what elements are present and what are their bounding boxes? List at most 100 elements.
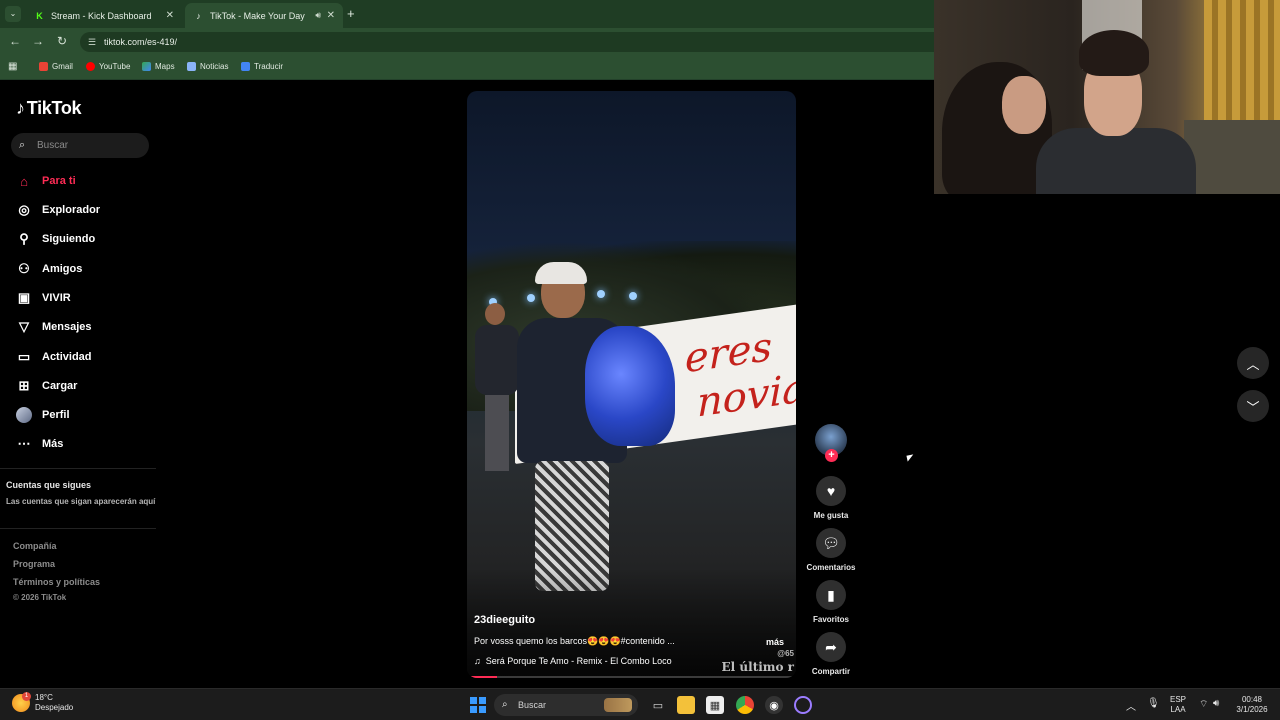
address-bar[interactable]: ☰ tiktok.com/es-419/ [80, 32, 934, 52]
nav-actividad[interactable]: ▭ Actividad [15, 348, 92, 366]
favorite-button[interactable]: ▮ Favoritos [801, 580, 861, 624]
forward-icon[interactable]: → [31, 34, 45, 48]
translate-icon [241, 62, 250, 71]
nav-label: Más [42, 438, 64, 450]
tab-kick-dashboard[interactable]: K Stream - Kick Dashboard ✕ [26, 3, 182, 28]
video-flower-bouquet [585, 326, 675, 446]
nav-mas[interactable]: ⋯ Más [15, 435, 64, 453]
video-watermark-handle: @65 [777, 649, 794, 658]
nav-mensajes[interactable]: ▽ Mensajes [15, 318, 92, 336]
webcam-overlay [934, 0, 1280, 194]
profile-avatar-wrap [15, 406, 33, 424]
close-tab-icon[interactable]: ✕ [166, 10, 174, 21]
previous-video-button[interactable]: ︿ [1237, 347, 1269, 379]
audio-playing-icon[interactable]: 🔊︎ [315, 10, 321, 21]
compass-icon: ◎ [18, 202, 30, 217]
messages-icon: ▽ [19, 319, 29, 334]
follow-plus-icon[interactable]: + [825, 449, 838, 462]
task-view-icon[interactable]: ▭ [649, 696, 667, 714]
sun-icon: 1 [12, 692, 31, 712]
bookmark-traducir[interactable]: Traducir [241, 62, 283, 71]
taskbar-search[interactable]: ⌕ Buscar [494, 694, 638, 716]
music-note-icon: ♫ [474, 656, 481, 666]
clock[interactable]: 00:48 3/1/2026 [1234, 695, 1270, 715]
bookmark-label: Noticias [200, 62, 229, 71]
bookmarks-bar: ▦ Gmail YouTube Maps Noticias Traducir [0, 55, 934, 80]
action-label: Compartir [811, 667, 851, 676]
profile-avatar [16, 407, 32, 423]
url-text: tiktok.com/es-419/ [104, 37, 178, 47]
taskbar-search-label: Buscar [518, 700, 547, 710]
close-tab-icon[interactable]: ✕ [327, 10, 335, 21]
store-icon[interactable]: ▦ [706, 696, 724, 714]
home-icon: ⌂ [20, 173, 28, 189]
nav-cargar[interactable]: ⊞ Cargar [15, 377, 78, 395]
video-music[interactable]: ♫ Será Porque Te Amo - Remix - El Combo L… [474, 656, 672, 666]
sidebar-divider [0, 468, 156, 469]
site-info-icon[interactable]: ☰ [88, 32, 96, 52]
tab-search-dropdown[interactable]: ⌄ [5, 6, 21, 22]
microphone-icon[interactable]: 🎙︎ [1147, 698, 1160, 709]
apps-grid-icon[interactable]: ▦ [8, 61, 17, 72]
nav-siguiendo[interactable]: ⚲ Siguiendo [15, 230, 95, 248]
file-explorer-icon[interactable] [677, 696, 695, 714]
nav-label: Perfil [42, 409, 70, 421]
tiktok-logo[interactable]: ♪ TikTok [16, 98, 82, 119]
kick-icon: K [36, 10, 43, 21]
footer-link-terminos[interactable]: Términos y políticas [13, 577, 100, 587]
windows-taskbar: 1 18°C Despejado ⌕ Buscar ▭ ▦ ◉ ︿ 🎙︎ ESP L… [0, 688, 1280, 720]
app-circle-icon[interactable] [794, 696, 812, 714]
footer-link-programa[interactable]: Programa [13, 559, 55, 569]
next-video-button[interactable]: ﹀ [1237, 390, 1269, 422]
nav-vivir[interactable]: ▣ VIVIR [15, 289, 71, 307]
nav-perfil[interactable]: Perfil [15, 406, 70, 424]
back-icon[interactable]: ← [8, 34, 22, 48]
friends-icon: ⚇ [18, 261, 30, 276]
nav-label: Siguiendo [42, 233, 96, 245]
chrome-icon[interactable] [736, 696, 754, 714]
video-username[interactable]: 23dieeguito [474, 614, 535, 626]
tray-chevron-icon[interactable]: ︿ [1126, 698, 1136, 713]
nav-explorador[interactable]: ◎ Explorador [15, 201, 100, 219]
video-progress-bar[interactable] [467, 676, 796, 678]
language-indicator[interactable]: ESP LAA [1170, 695, 1186, 715]
new-tab-button[interactable]: + [347, 6, 355, 21]
share-button[interactable]: ➦ Compartir [801, 632, 861, 676]
like-button[interactable]: ♥ Me gusta [801, 476, 861, 520]
share-icon: ➦ [816, 632, 846, 662]
bookmark-youtube[interactable]: YouTube [86, 62, 130, 71]
tab-title: TikTok - Make Your Day [210, 10, 305, 21]
nav-amigos[interactable]: ⚇ Amigos [15, 260, 82, 278]
footer-link-compania[interactable]: Compañía [13, 541, 57, 551]
webcam-person-right-body [1036, 128, 1196, 194]
weather-temperature: 18°C [35, 693, 53, 702]
tab-tiktok[interactable]: ♪ TikTok - Make Your Day 🔊︎ ✕ [185, 3, 343, 28]
tiktok-logo-icon: ♪ [16, 98, 25, 118]
obs-icon[interactable]: ◉ [765, 696, 783, 714]
activity-icon: ▭ [17, 349, 31, 364]
language-line1: ESP [1170, 695, 1187, 704]
wifi-icon[interactable]: ⌔ [1199, 698, 1208, 711]
action-label: Comentarios [806, 563, 856, 572]
video-more-button[interactable]: más [766, 637, 784, 647]
bookmark-gmail[interactable]: Gmail [39, 62, 73, 71]
comment-button[interactable]: 💬︎ Comentarios [801, 528, 861, 572]
windows-start-button[interactable] [470, 697, 486, 713]
video-progress-fill [467, 676, 497, 678]
video-player[interactable]: eres novia 23dieeguito Por vosss quemo l… [467, 91, 796, 678]
nav-para-ti[interactable]: ⌂ Para ti [15, 172, 76, 190]
nav-label: Cargar [42, 380, 78, 392]
chevron-up-icon: ︿ [1246, 356, 1260, 372]
clock-time: 00:48 [1241, 695, 1263, 704]
action-label: Favoritos [812, 615, 849, 624]
bookmark-noticias[interactable]: Noticias [187, 62, 228, 71]
mouse-cursor-icon [906, 454, 915, 462]
weather-widget[interactable]: 1 18°C Despejado [12, 692, 73, 713]
gmail-icon [39, 62, 48, 71]
search-input[interactable]: ⌕ Buscar [11, 133, 149, 158]
video-watermark: El último r [721, 660, 794, 674]
volume-icon[interactable]: 🔊︎ [1213, 698, 1219, 709]
reload-icon[interactable]: ↻ [55, 34, 69, 48]
browser-toolbar: ← → ↻ ☰ tiktok.com/es-419/ [0, 28, 934, 55]
bookmark-maps[interactable]: Maps [142, 62, 175, 71]
